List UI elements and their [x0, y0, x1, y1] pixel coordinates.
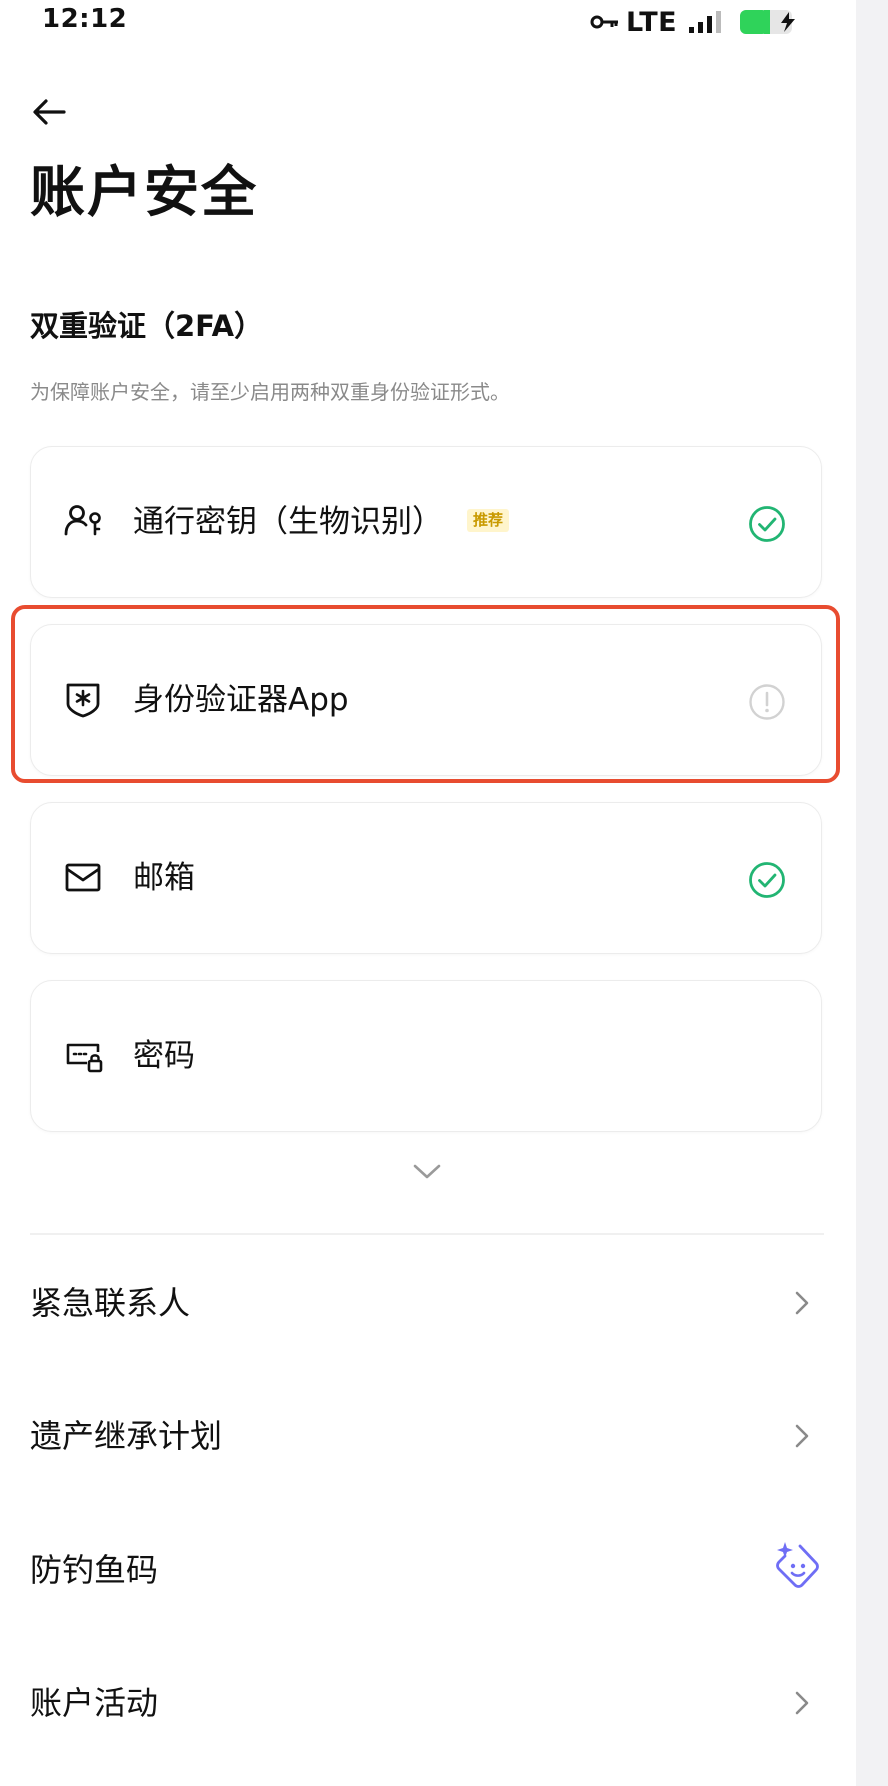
anti-phishing-sparkle-icon	[776, 1542, 819, 1588]
battery-icon	[739, 8, 803, 36]
recommend-badge: 推荐	[467, 509, 510, 532]
authenticator-shield-icon	[66, 683, 100, 718]
row-anti-phishing-code[interactable]: 防钓鱼码	[0, 1519, 856, 1619]
chevron-right-icon	[795, 1291, 809, 1315]
chevron-down-icon	[413, 1164, 441, 1179]
card-authenticator-app[interactable]: 身份验证器App	[30, 624, 822, 776]
status-time: 12:12	[42, 4, 128, 34]
card-authenticator-label: 身份验证器App	[133, 682, 349, 718]
check-circle-icon	[749, 506, 785, 542]
back-button[interactable]	[30, 92, 70, 132]
row-emergency-contact[interactable]: 紧急联系人	[0, 1252, 856, 1352]
chevron-right-icon	[795, 1691, 809, 1715]
status-bar: 12:12 LTE	[0, 0, 856, 44]
section-description: 为保障账户安全，请至少启用两种双重身份验证形式。	[30, 380, 510, 404]
passkey-user-icon	[64, 505, 101, 536]
warning-circle-icon	[749, 684, 785, 720]
card-email-label: 邮箱	[133, 860, 195, 896]
expand-button[interactable]	[410, 1158, 444, 1184]
row-anti-phishing-code-label: 防钓鱼码	[30, 1551, 159, 1589]
status-icons: LTE	[590, 6, 803, 38]
back-arrow-icon	[33, 99, 66, 125]
row-inheritance-plan-label: 遗产继承计划	[30, 1417, 223, 1455]
password-lock-icon	[66, 1043, 103, 1073]
row-emergency-contact-label: 紧急联系人	[30, 1284, 191, 1322]
app-screen: 12:12 LTE 账户安全 双重验证（2FA） 为保障账户安全，请至少启用两种…	[0, 0, 856, 1786]
check-circle-icon	[749, 862, 785, 898]
vpn-key-icon	[590, 12, 620, 32]
card-passkey-label: 通行密钥（生物识别） 推荐	[133, 502, 510, 542]
card-password-label: 密码	[133, 1038, 195, 1074]
network-type: LTE	[626, 6, 678, 38]
chevron-right-icon	[795, 1424, 809, 1448]
row-account-activity[interactable]: 账户活动	[0, 1652, 856, 1752]
card-email[interactable]: 邮箱	[30, 802, 822, 954]
mail-icon	[65, 863, 101, 892]
passkey-label-text: 通行密钥（生物识别）	[133, 504, 443, 540]
page-title: 账户安全	[30, 160, 259, 224]
row-account-activity-label: 账户活动	[30, 1684, 159, 1722]
row-inheritance-plan[interactable]: 遗产继承计划	[0, 1385, 856, 1485]
card-password[interactable]: 密码	[30, 980, 822, 1132]
card-passkey[interactable]: 通行密钥（生物识别） 推荐	[30, 446, 822, 598]
section-divider	[30, 1233, 824, 1235]
signal-icon	[687, 10, 727, 34]
section-title-2fa: 双重验证（2FA）	[30, 309, 264, 343]
